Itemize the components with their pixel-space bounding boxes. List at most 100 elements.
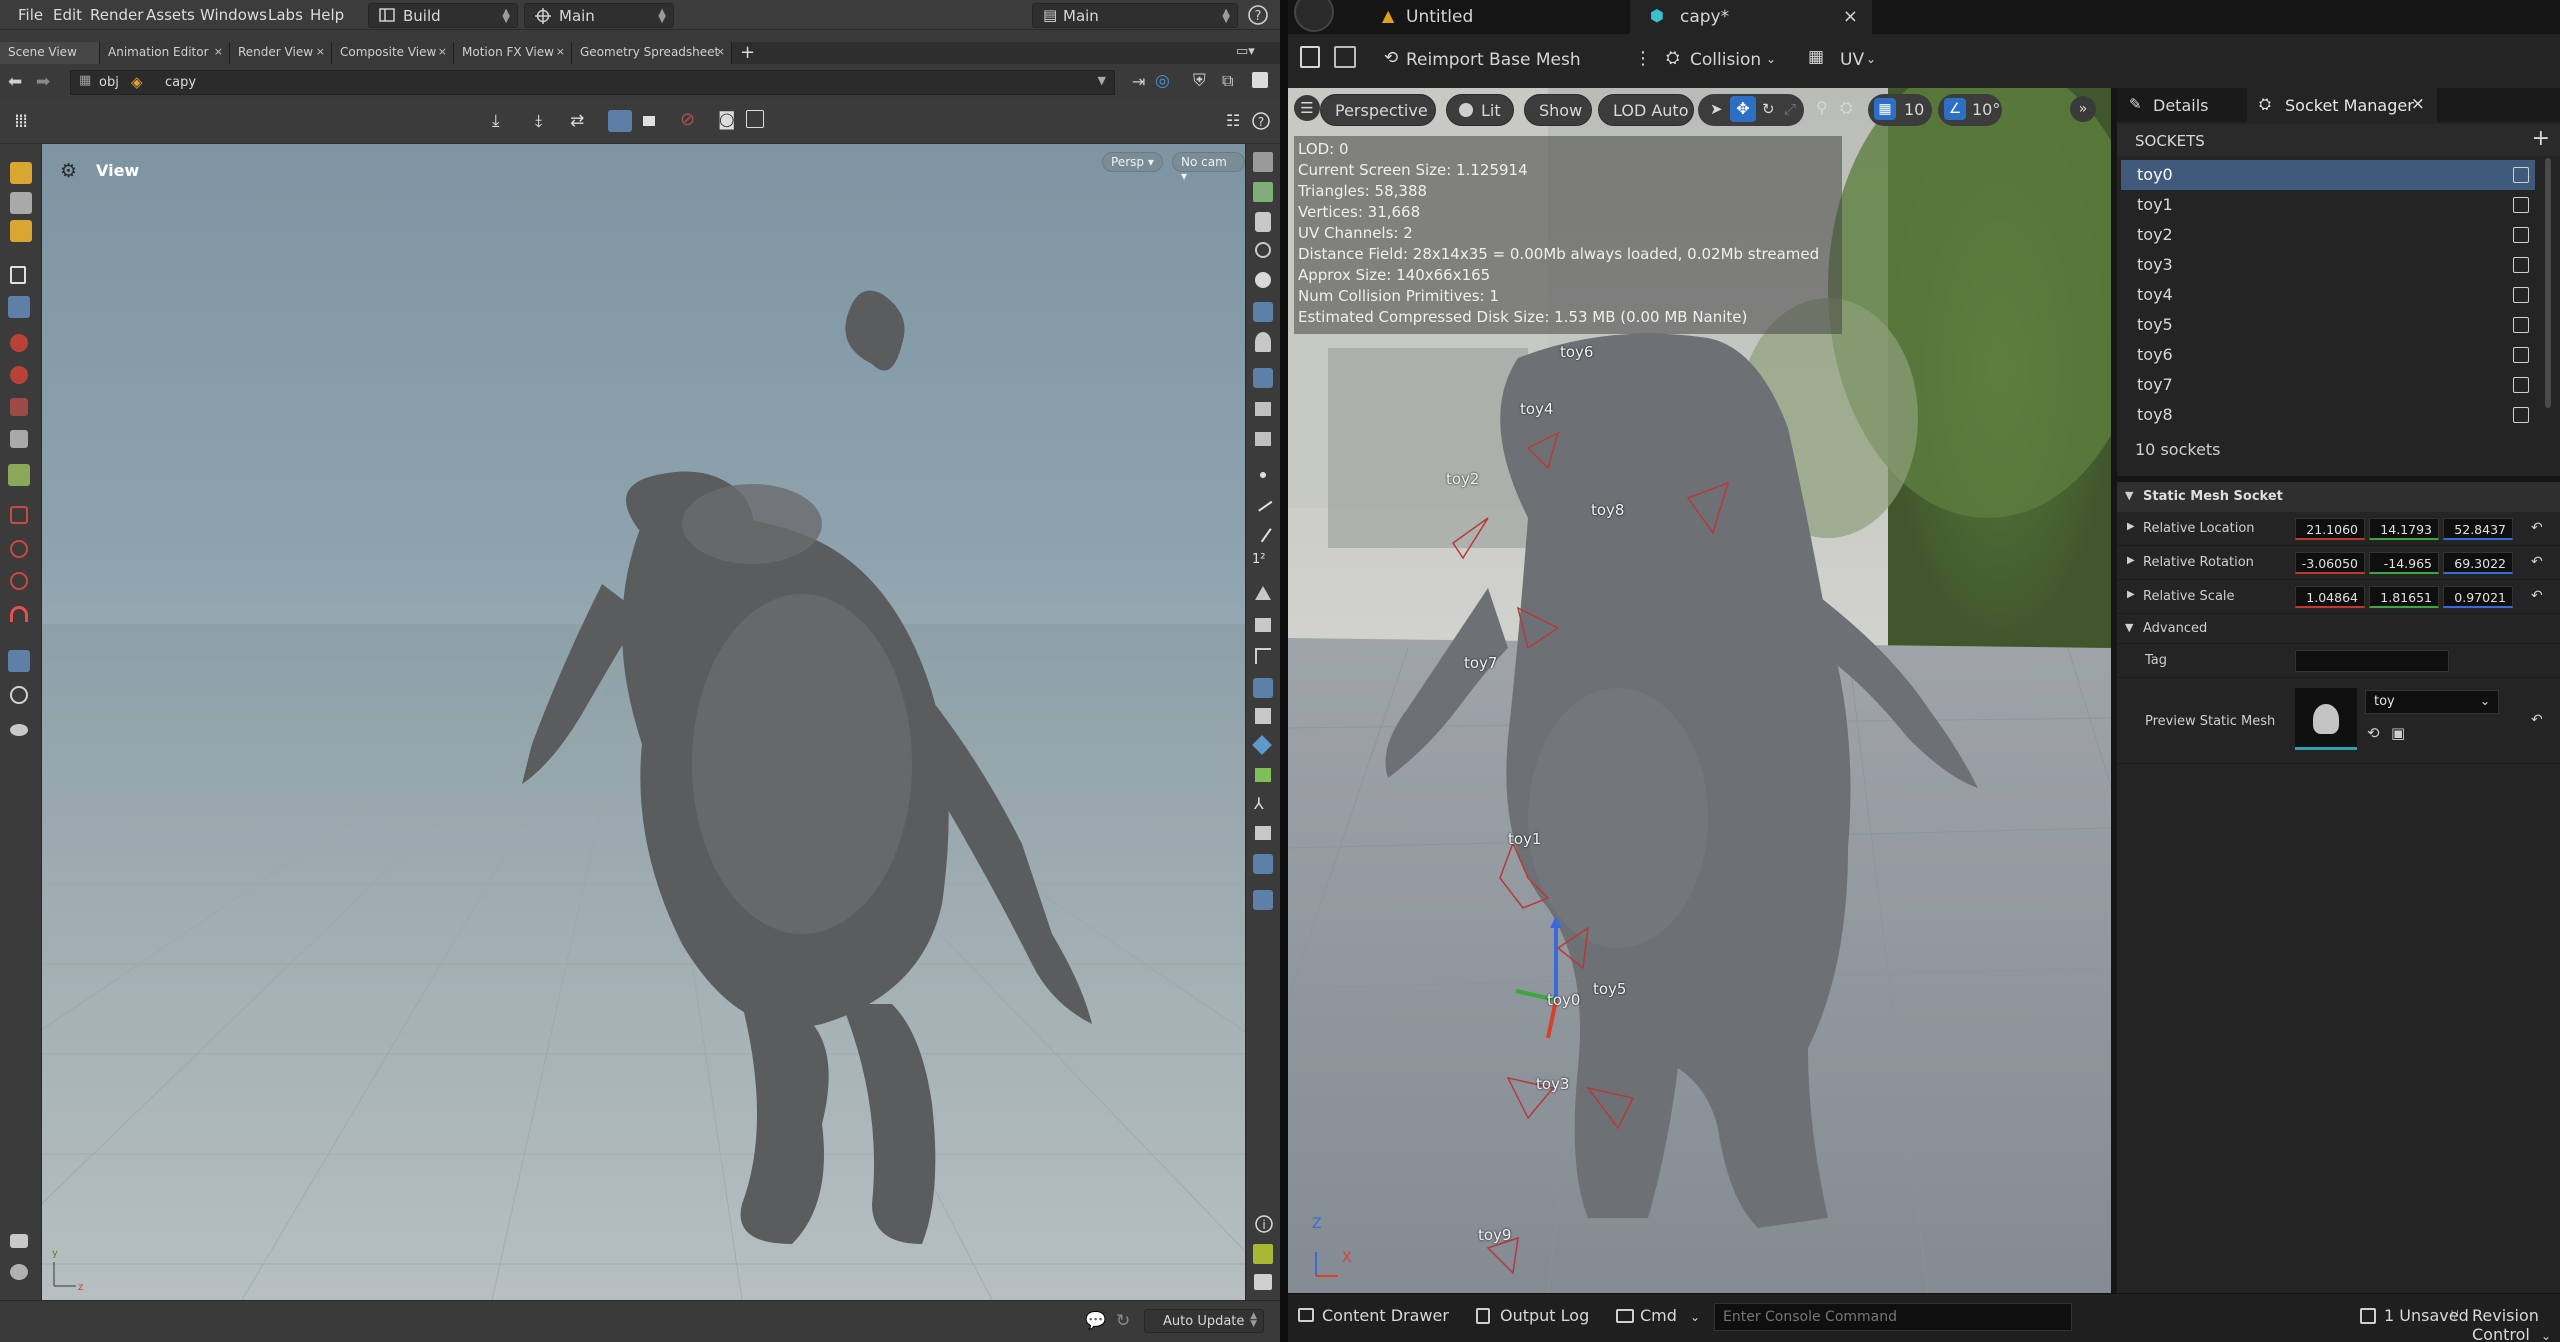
scale-tool-icon[interactable] (10, 398, 28, 416)
link-icon[interactable]: ◎ (1155, 71, 1170, 91)
socket-item-toy5[interactable]: toy5 (2121, 310, 2535, 340)
reset-icon[interactable]: ↶ (2531, 588, 2543, 604)
visibility-icon[interactable] (1254, 1274, 1272, 1290)
scale-icon[interactable]: ⤢ (1784, 100, 1796, 118)
preview-mesh-dropdown[interactable]: toy ⌄ (2365, 690, 2499, 714)
shield-icon[interactable]: ⛨ (1193, 71, 1206, 91)
hamburger-icon[interactable]: ☰ (1294, 95, 1320, 121)
chevron-down-icon[interactable]: ▼ (1098, 74, 1106, 87)
layers-icon[interactable] (1255, 402, 1271, 416)
view-tool-icon[interactable] (10, 506, 28, 524)
point-icon[interactable] (1260, 472, 1266, 478)
socket-export-icon[interactable] (2513, 167, 2529, 183)
show-button[interactable]: Show (1524, 94, 1592, 126)
socket-item-toy0[interactable]: toy0 (2121, 160, 2535, 190)
socket-export-icon[interactable] (2513, 287, 2529, 303)
scale-y-field[interactable]: 1.81651 (2369, 586, 2439, 608)
orbit-tool-icon[interactable] (10, 540, 28, 558)
tab-scene-view[interactable]: Scene View (0, 42, 100, 64)
tools-icon[interactable]: ☷ (1226, 111, 1240, 130)
record-icon[interactable]: ⊘ (680, 109, 695, 130)
move-icon[interactable]: ✥ (1730, 96, 1756, 122)
scale-x-field[interactable]: 1.04864 (2295, 586, 2365, 608)
wireframe-shaded-toggle[interactable] (608, 110, 632, 132)
socket-item-toy1[interactable]: toy1 (2121, 190, 2535, 220)
rotate-tool-icon[interactable] (10, 366, 28, 384)
lock-tool-icon[interactable] (8, 296, 30, 318)
menu-help[interactable]: Help (310, 6, 344, 24)
tab-animation-editor[interactable]: Animation Editor × (100, 42, 230, 64)
display-icon[interactable] (1253, 152, 1273, 172)
bowl-icon[interactable] (10, 724, 28, 736)
mesh-thumbnail[interactable] (2295, 688, 2357, 750)
edge-icon[interactable] (1253, 494, 1273, 512)
grid-dots-icon[interactable]: ⁞⁞⁞ (14, 110, 28, 132)
menu-assets[interactable]: Assets (146, 6, 195, 24)
menu-edit[interactable]: Edit (53, 6, 82, 24)
background-icon[interactable] (1255, 272, 1271, 288)
socket-marker-toy2[interactable]: toy2 (1446, 470, 1479, 488)
context-selector[interactable]: Main ▲ ▼ (524, 3, 674, 28)
select-snap2-icon[interactable]: ⤈ (535, 111, 543, 131)
houdini-viewport[interactable]: y z ⚙ View Persp ▾ No cam ▾ (42, 144, 1245, 1300)
socket-marker-toy4[interactable]: toy4 (1520, 400, 1553, 418)
normal-icon[interactable] (1254, 523, 1272, 543)
cmd-selector[interactable]: Cmd ⌄ (1614, 1306, 1700, 1325)
uv-button[interactable]: UV (1840, 50, 1864, 70)
location-z-field[interactable]: 52.8437 (2443, 518, 2513, 540)
revision-control-button[interactable]: ⑂ Revision Control ⌄ (2448, 1306, 2560, 1342)
select-arrow-icon[interactable]: ➤ (1710, 100, 1723, 118)
add-tab-icon[interactable]: + (740, 42, 755, 63)
snap-magnet-icon[interactable] (10, 606, 28, 622)
socket-item-toy7[interactable]: toy7 (2121, 370, 2535, 400)
pane-menu-icon[interactable]: ▭▾ (1236, 44, 1255, 59)
reset-icon[interactable]: ↶ (2531, 712, 2543, 728)
socket-export-icon[interactable] (2513, 347, 2529, 363)
grid-snap-button[interactable]: ▦ 10 (1868, 94, 1932, 126)
tab-capy[interactable]: ⬢ capy* × (1630, 0, 1872, 34)
xray-icon[interactable] (1255, 242, 1271, 258)
magnet-icon[interactable] (10, 572, 28, 590)
socket-export-icon[interactable] (2513, 407, 2529, 423)
rotate-icon[interactable]: ↻ (1762, 100, 1775, 118)
construction-plane-icon[interactable] (10, 686, 28, 704)
ghost-icon[interactable] (1253, 182, 1273, 202)
reset-icon[interactable]: ↶ (2531, 520, 2543, 536)
render-region-icon[interactable] (10, 1264, 28, 1280)
refresh-icon[interactable]: ↻ (1116, 1311, 1130, 1331)
lod-button[interactable]: LOD Auto (1598, 94, 1694, 126)
socket-marker-toy7[interactable]: toy7 (1464, 654, 1497, 672)
shading-icon[interactable] (1253, 368, 1273, 388)
location-y-field[interactable]: 14.1793 (2369, 518, 2439, 540)
uv-icon[interactable] (1255, 768, 1271, 782)
socket-marker-toy5[interactable]: toy5 (1593, 980, 1626, 998)
info-icon[interactable]: i (1254, 1214, 1274, 1234)
camera-mode-button[interactable]: Persp ▾ (1102, 152, 1163, 172)
tab-details[interactable]: ✎ Details (2117, 88, 2237, 122)
auto-update-select[interactable]: Auto Update ▲ ▼ (1144, 1309, 1264, 1333)
guide-icon[interactable] (1255, 648, 1271, 664)
socket-export-icon[interactable] (2513, 197, 2529, 213)
expand-arrow-icon[interactable]: ▶ (2127, 589, 2135, 600)
world-local-icon[interactable]: ⚲ (1816, 98, 1828, 117)
branch-icon[interactable]: ⅄ (1254, 794, 1264, 813)
tab-render-view[interactable]: Render View × (230, 42, 332, 64)
lasso-icon[interactable] (10, 192, 32, 214)
expand-icon[interactable]: » (2070, 96, 2096, 122)
section-static-mesh-socket[interactable]: ▼ Static Mesh Socket (2117, 482, 2560, 512)
menu-file[interactable]: File (18, 6, 43, 24)
select-tool-icon[interactable] (10, 162, 32, 184)
socket-marker-toy6[interactable]: toy6 (1560, 343, 1593, 361)
scale-z-field[interactable]: 0.97021 (2443, 586, 2513, 608)
socket-export-icon[interactable] (2513, 227, 2529, 243)
swap-icon[interactable]: ⇄ (570, 111, 584, 131)
wedge-icon[interactable] (1255, 586, 1271, 600)
close-icon[interactable]: × (214, 45, 223, 58)
display-options-icon[interactable]: ⧉ (1222, 71, 1233, 91)
tab-composite-view[interactable]: Composite View × (332, 42, 454, 64)
socket-item-toy6[interactable]: toy6 (2121, 340, 2535, 370)
path-node[interactable]: capy (165, 75, 196, 90)
content-drawer-button[interactable]: Content Drawer (1296, 1306, 1449, 1325)
socket-export-icon[interactable] (2513, 257, 2529, 273)
unreal-viewport[interactable]: ☰ Perspective Lit Show LOD Auto ➤ ✥ ↻ ⤢ … (1288, 88, 2111, 1293)
